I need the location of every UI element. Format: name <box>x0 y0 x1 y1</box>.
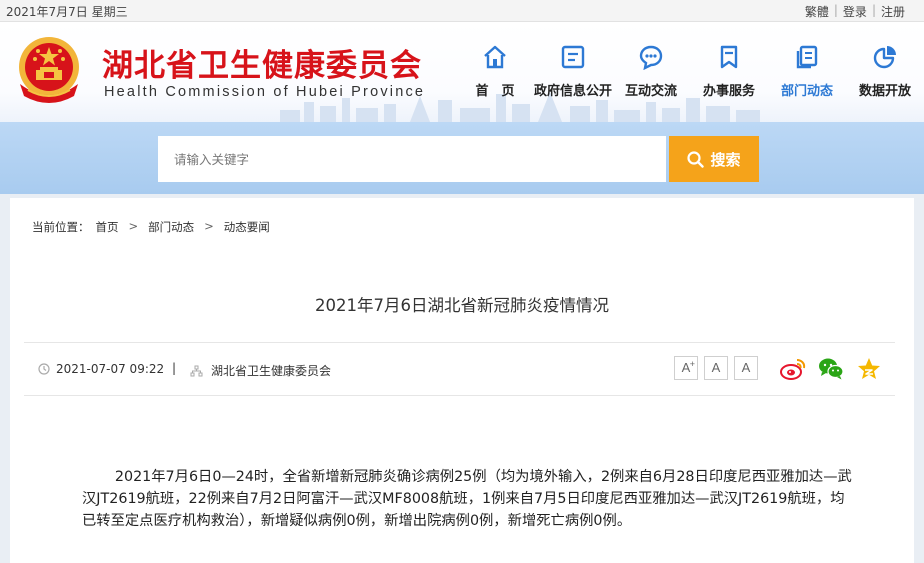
national-emblem-logo <box>19 37 79 103</box>
font-size-decrease-button[interactable]: A <box>734 356 758 380</box>
nav-label: 部门动态 <box>780 84 833 99</box>
favorite-star-icon[interactable] <box>855 356 883 382</box>
search-button[interactable]: 搜索 <box>669 136 759 182</box>
home-icon <box>484 45 506 69</box>
font-button-label: A <box>741 360 751 375</box>
nav-label: 互动交流 <box>624 84 677 99</box>
weibo-icon[interactable] <box>779 356 807 382</box>
bookmark-icon <box>720 45 738 69</box>
nav-department-news[interactable]: 部门动态 <box>768 44 846 99</box>
login-link[interactable]: 登录 <box>838 3 872 20</box>
font-size-reset-button[interactable]: A <box>704 356 728 380</box>
font-button-label: A <box>711 360 721 375</box>
breadcrumb-department-news[interactable]: 部门动态 <box>148 219 194 235</box>
chat-icon <box>639 45 663 70</box>
breadcrumb-home[interactable]: 首页 <box>96 219 119 235</box>
nav-label: 办事服务 <box>702 84 755 99</box>
nav-gov-info[interactable]: 政府信息公开 <box>534 44 612 99</box>
main-nav: 首 页 政府信息公开 互动交流 办事服务 部门动态 数据开放 <box>456 44 924 99</box>
nav-home[interactable]: 首 页 <box>456 44 534 99</box>
article-source: 湖北省卫生健康委员会 <box>190 362 331 379</box>
font-size-controls: A + A A <box>674 356 758 380</box>
top-bar: 2021年7月7日 星期三 繁體 | 登录 | 注册 <box>0 0 924 22</box>
breadcrumb-news-highlights[interactable]: 动态要闻 <box>224 219 270 235</box>
nav-label: 首 页 <box>475 84 515 99</box>
pie-chart-icon <box>873 46 896 69</box>
publish-time: 2021-07-07 09:22 <box>38 362 164 376</box>
current-date: 2021年7月7日 星期三 <box>6 5 128 19</box>
nav-label: 数据开放 <box>858 84 911 99</box>
clock-icon <box>38 363 50 375</box>
article-panel: 当前位置： 首页 > 部门动态 > 动态要闻 2021年7月6日湖北省新冠肺炎疫… <box>10 198 914 563</box>
site-title[interactable]: 湖北省卫生健康委员会 <box>102 40 422 85</box>
article-title: 2021年7月6日湖北省新冠肺炎疫情情况 <box>315 296 609 315</box>
nav-open-data[interactable]: 数据开放 <box>846 44 924 99</box>
breadcrumb-arrow: > <box>128 219 139 233</box>
organization-icon <box>190 365 203 376</box>
breadcrumb-arrow: > <box>204 219 214 233</box>
traditional-chinese-link[interactable]: 繁體 <box>800 3 834 20</box>
article-body: 2021年7月6日0—24时，全省新增新冠肺炎确诊病例25例（均为境外输入，2例… <box>82 469 852 529</box>
breadcrumb-label: 当前位置： <box>32 220 90 234</box>
register-link[interactable]: 注册 <box>876 3 910 20</box>
meta-divider: | <box>172 361 177 375</box>
document-icon <box>561 45 585 69</box>
site-header: 湖北省卫生健康委员会 Health Commission of Hubei Pr… <box>0 22 924 122</box>
publish-time-text: 2021-07-07 09:22 <box>56 362 165 376</box>
top-links: 繁體 | 登录 | 注册 <box>800 3 910 20</box>
pages-icon <box>796 45 818 69</box>
site-subtitle: Health Commission of Hubei Province <box>104 84 426 100</box>
font-size-increase-button[interactable]: A + <box>674 356 698 380</box>
wechat-icon[interactable] <box>817 356 845 382</box>
nav-services[interactable]: 办事服务 <box>690 44 768 99</box>
search-button-label: 搜索 <box>710 150 741 169</box>
nav-label: 政府信息公开 <box>534 84 613 99</box>
breadcrumb: 当前位置： 首页 > 部门动态 > 动态要闻 <box>32 219 270 235</box>
share-buttons <box>779 356 883 382</box>
article-source-text: 湖北省卫生健康委员会 <box>211 364 332 378</box>
search-input[interactable] <box>158 136 666 182</box>
article-meta: 2021-07-07 09:22 | 湖北省卫生健康委员会 A + A A <box>24 342 895 396</box>
search-banner: 搜索 <box>0 122 924 194</box>
search-icon <box>687 150 705 168</box>
nav-interaction[interactable]: 互动交流 <box>612 44 690 99</box>
